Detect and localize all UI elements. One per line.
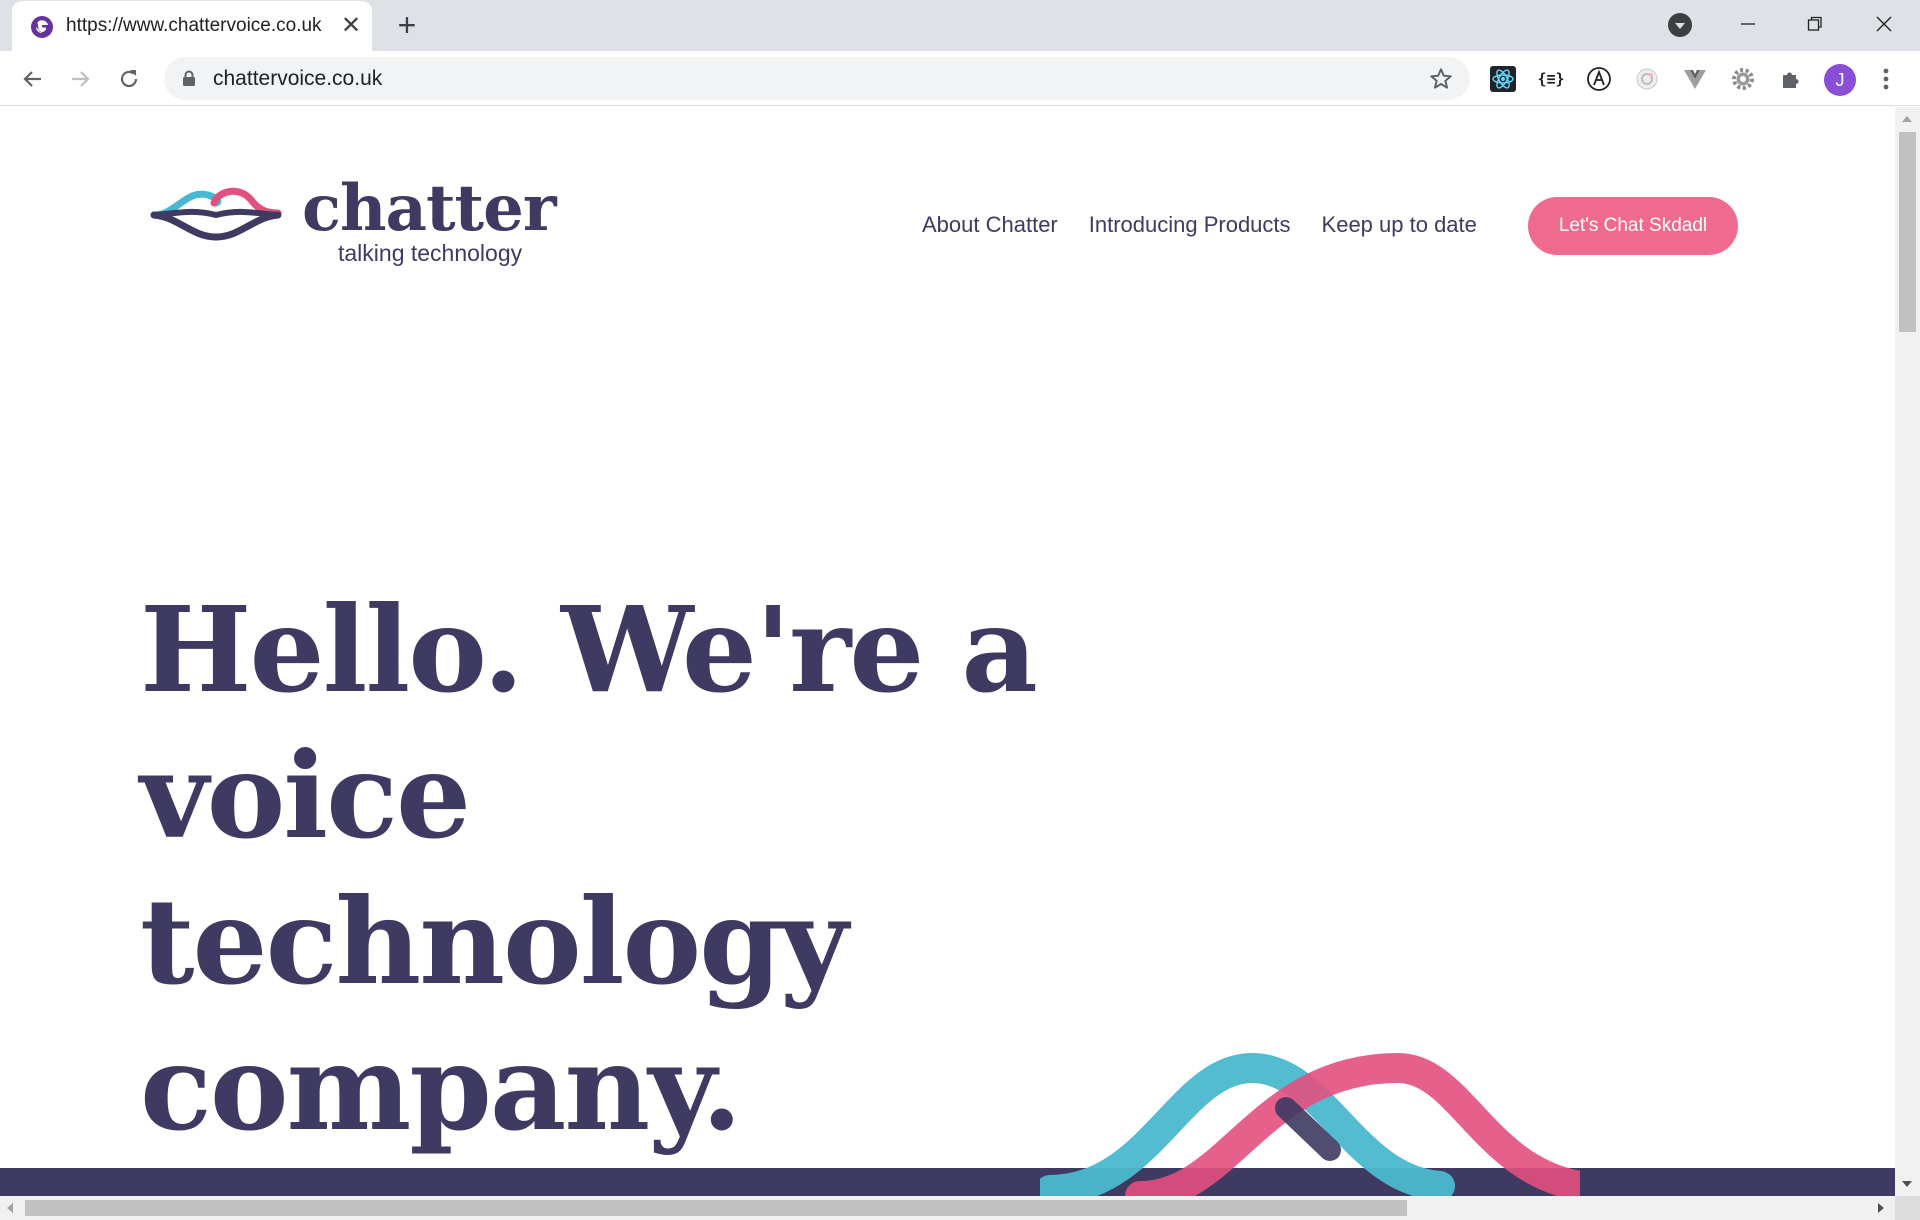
gatsby-favicon-icon: [31, 16, 53, 38]
new-tab-icon[interactable]: +: [392, 9, 422, 41]
hero-heading: Hello. We're a voice technology company.: [140, 577, 1140, 1161]
settings-gear-icon[interactable]: [1730, 66, 1756, 92]
horizontal-scroll-thumb[interactable]: [25, 1200, 1407, 1216]
forward-arrow-icon[interactable]: [65, 64, 95, 94]
nav-link-products[interactable]: Introducing Products: [1089, 212, 1291, 238]
address-bar[interactable]: chattervoice.co.uk: [164, 57, 1470, 100]
reload-icon[interactable]: [114, 64, 144, 94]
bookmark-star-icon[interactable]: [1428, 66, 1454, 92]
nav-link-keep-up-to-date[interactable]: Keep up to date: [1322, 212, 1477, 238]
browser-toolbar: chattervoice.co.uk {≡} J: [0, 51, 1920, 106]
tab-title: https://www.chattervoice.co.uk: [66, 15, 322, 36]
nav-link-about[interactable]: About Chatter: [922, 212, 1058, 238]
restore-icon[interactable]: [1790, 6, 1840, 42]
close-window-icon[interactable]: [1859, 6, 1909, 42]
hero-line-2: voice technology: [140, 726, 848, 1011]
color-picker-icon[interactable]: [1634, 66, 1660, 92]
logo-wordmark: chatter: [302, 171, 557, 246]
voice-wave-graphic: [1040, 1052, 1580, 1196]
back-arrow-icon[interactable]: [18, 64, 48, 94]
logo-tagline: talking technology: [338, 240, 523, 266]
lets-chat-button[interactable]: Let's Chat Skdadl: [1528, 197, 1738, 255]
main-nav: About Chatter Introducing Products Keep …: [922, 212, 1508, 238]
scrollbar-corner: [1895, 1196, 1920, 1220]
react-devtools-icon[interactable]: [1490, 66, 1516, 92]
vertical-scrollbar[interactable]: [1895, 107, 1920, 1196]
hero-line-1: Hello. We're a: [140, 580, 1038, 719]
scroll-left-arrow-icon[interactable]: [7, 1203, 13, 1213]
puzzle-extensions-icon[interactable]: [1778, 66, 1804, 92]
vertical-scroll-thumb[interactable]: [1899, 132, 1916, 332]
vue-devtools-icon[interactable]: [1682, 66, 1708, 92]
chatter-lips-logo-icon: [150, 187, 282, 241]
close-tab-icon[interactable]: ✕: [337, 12, 365, 40]
browser-tab[interactable]: https://www.chattervoice.co.uk ✕: [12, 1, 372, 51]
profile-avatar[interactable]: J: [1824, 64, 1856, 96]
scroll-down-arrow-icon[interactable]: [1902, 1181, 1912, 1187]
json-formatter-icon[interactable]: {≡}: [1537, 66, 1564, 92]
hero-line-3: company.: [140, 1018, 742, 1157]
browser-menu-icon[interactable]: [1876, 65, 1896, 93]
tab-strip: https://www.chattervoice.co.uk ✕ +: [0, 0, 1920, 51]
a11y-icon[interactable]: [1586, 66, 1612, 92]
lock-icon: [183, 70, 195, 86]
scroll-up-arrow-icon[interactable]: [1902, 116, 1912, 122]
horizontal-scrollbar[interactable]: [0, 1196, 1920, 1220]
url-text: chattervoice.co.uk: [213, 67, 383, 90]
minimize-icon[interactable]: [1723, 6, 1773, 42]
tab-search-icon[interactable]: [1668, 13, 1692, 37]
page-viewport: chatter talking technology About Chatter…: [0, 107, 1895, 1196]
footer-band: [0, 1168, 1895, 1196]
scroll-right-arrow-icon[interactable]: [1878, 1203, 1884, 1213]
